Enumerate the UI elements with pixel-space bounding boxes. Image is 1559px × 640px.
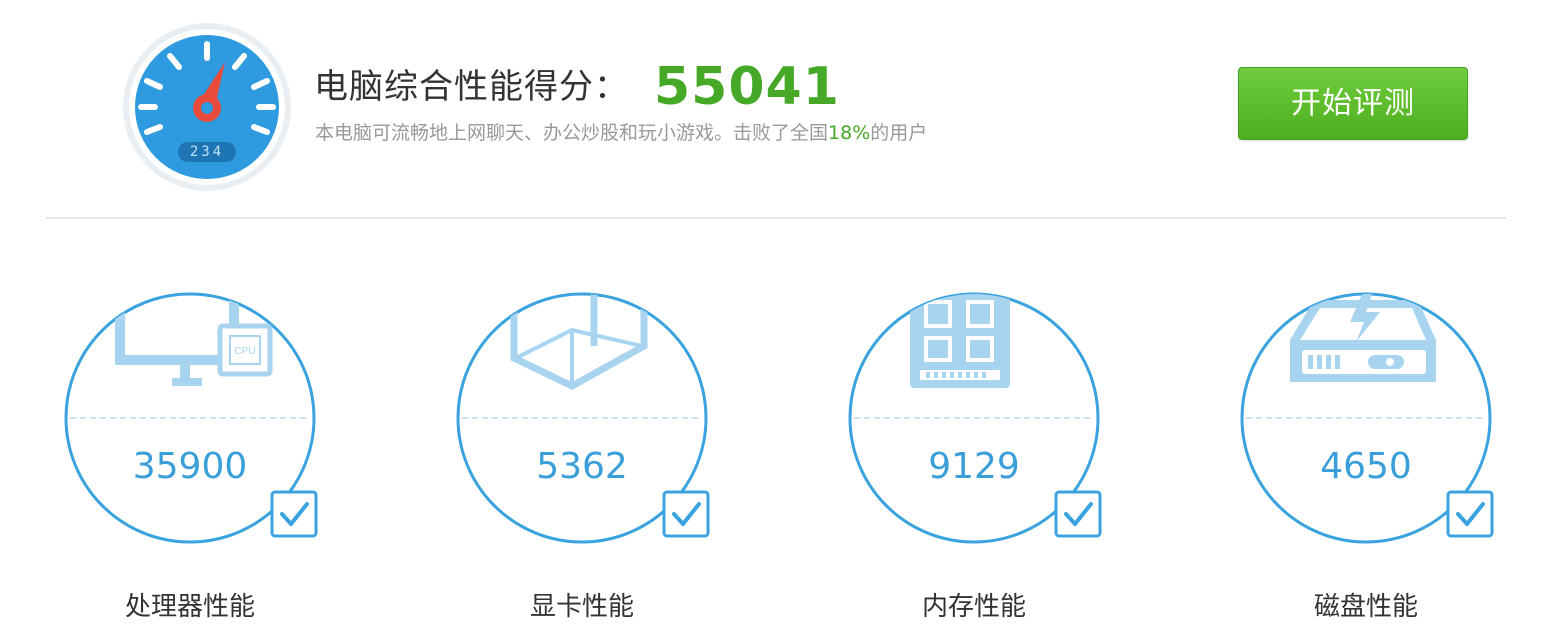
- disk-icon: [1290, 294, 1436, 382]
- start-test-button[interactable]: 开始评测: [1238, 67, 1468, 140]
- memory-score: 9129: [928, 446, 1020, 487]
- description-text: 本电脑可流畅地上网聊天、办公炒股和玩小游戏。击败了全国: [315, 122, 829, 144]
- score-description: 本电脑可流畅地上网聊天、办公炒股和玩小游戏。击败了全国18%的用户: [315, 120, 927, 146]
- checkbox-checked[interactable]: [662, 490, 710, 538]
- card-cpu: CPU 35900 处理器性能: [64, 260, 334, 640]
- gpu-score: 5362: [536, 446, 628, 487]
- description-suffix: 的用户: [870, 122, 928, 144]
- speedometer-icon: [122, 22, 292, 192]
- card-memory: 9129 内存性能: [848, 260, 1118, 640]
- memory-label: 内存性能: [921, 592, 1026, 622]
- checkbox-checked[interactable]: [1446, 490, 1494, 538]
- svg-text:CPU: CPU: [234, 346, 255, 357]
- cpu-label: 处理器性能: [124, 592, 255, 622]
- cpu-score: 35900: [132, 446, 248, 487]
- card-disk: 4650 磁盘性能: [1240, 260, 1510, 640]
- gauge-readout: 234: [189, 144, 225, 160]
- percent-value: 18%: [828, 122, 871, 144]
- checkbox-checked[interactable]: [270, 490, 318, 538]
- gpu-label: 显卡性能: [529, 592, 634, 622]
- total-score: 55041: [654, 57, 840, 117]
- memory-icon: [910, 294, 1010, 388]
- divider: [46, 217, 1506, 219]
- disk-score: 4650: [1320, 446, 1412, 487]
- checkbox-checked[interactable]: [1054, 490, 1102, 538]
- disk-label: 磁盘性能: [1313, 592, 1418, 622]
- score-title: 电脑综合性能得分：: [314, 67, 629, 107]
- card-gpu: 5362 显卡性能: [456, 260, 726, 640]
